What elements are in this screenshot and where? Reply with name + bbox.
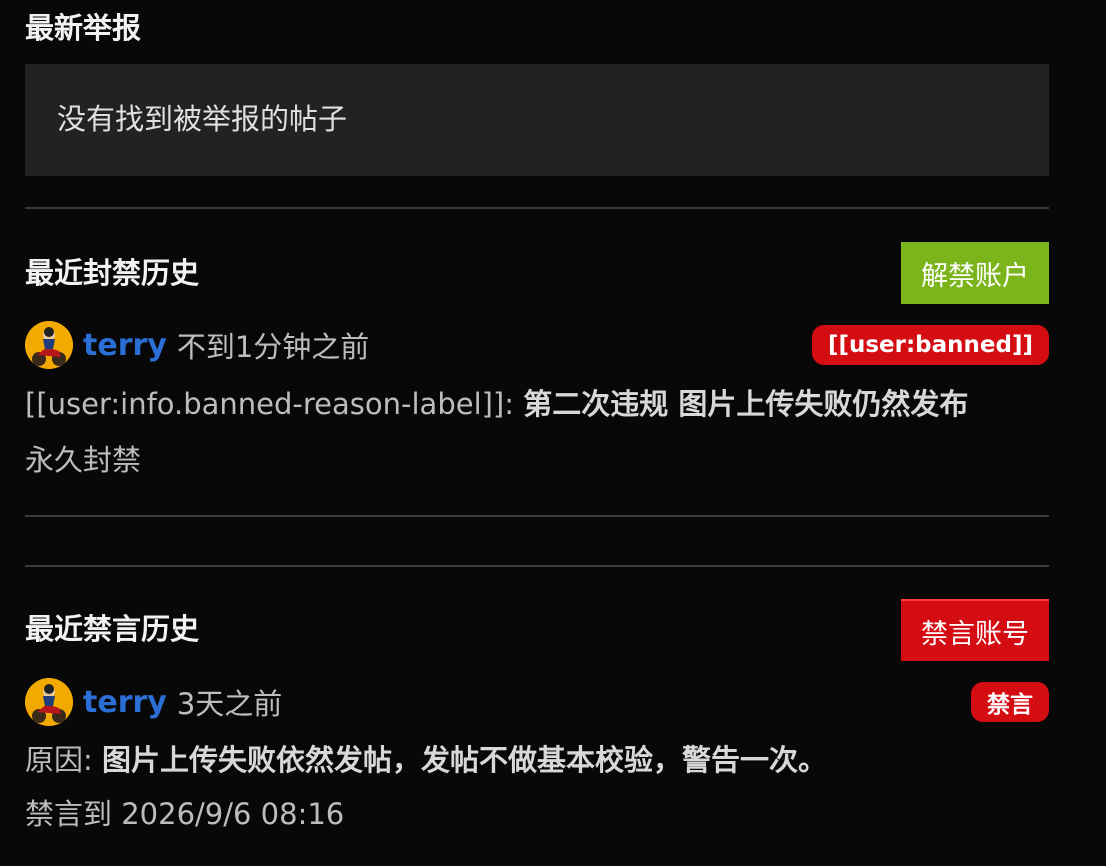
muted-status-badge: 禁言: [971, 682, 1049, 722]
ban-reason: [[user:info.banned-reason-label]]: 第二次违规…: [25, 384, 968, 424]
mute-account-button[interactable]: 禁言账号: [901, 599, 1049, 661]
ban-reason-text: 第二次违规 图片上传失败仍然发布: [523, 387, 969, 421]
motorbike-avatar-icon: [25, 321, 73, 369]
mute-history-title: 最近禁言历史: [25, 612, 200, 646]
divider: [25, 207, 1049, 209]
ban-history-title: 最近封禁历史: [25, 256, 200, 290]
reports-title: 最新举报: [25, 11, 142, 45]
reports-empty-text: 没有找到被举报的帖子: [57, 102, 348, 136]
unban-account-button[interactable]: 解禁账户: [901, 242, 1049, 304]
ban-entry-time: 不到1分钟之前: [176, 330, 370, 364]
mute-reason: 原因: 图片上传失败依然发帖，发帖不做基本校验，警告一次。: [25, 740, 827, 780]
ban-expiry: 永久封禁: [25, 443, 142, 477]
user-avatar[interactable]: [25, 321, 73, 369]
mute-expiry: 禁言到 2026/9/6 08:16: [25, 797, 345, 831]
divider: [25, 515, 1049, 517]
mute-entry-username[interactable]: terry: [83, 685, 167, 720]
banned-status-badge: [[user:banned]]: [811, 325, 1049, 365]
ban-reason-label: [[user:info.banned-reason-label]]:: [25, 387, 515, 421]
ban-entry-username[interactable]: terry: [83, 328, 167, 363]
reports-empty-box: 没有找到被举报的帖子: [25, 64, 1049, 176]
mute-entry-user: terry 3天之前: [25, 677, 282, 727]
mute-reason-text: 图片上传失败依然发帖，发帖不做基本校验，警告一次。: [102, 743, 828, 777]
divider: [25, 565, 1049, 567]
mute-entry-time: 3天之前: [176, 687, 283, 721]
motorbike-avatar-icon: [25, 678, 73, 726]
user-avatar[interactable]: [25, 678, 73, 726]
mute-reason-label: 原因:: [25, 743, 93, 777]
ban-entry-user: terry 不到1分钟之前: [25, 320, 369, 370]
